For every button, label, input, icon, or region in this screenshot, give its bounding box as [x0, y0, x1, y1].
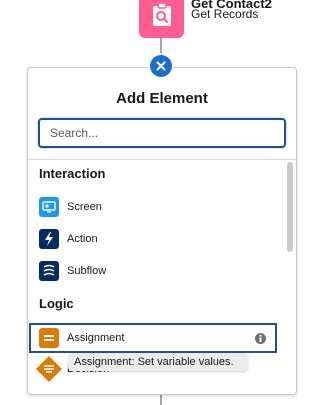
list-item-subflow[interactable]: Subflow [28, 256, 286, 286]
get-records-node[interactable] [139, 0, 184, 38]
list-item-assignment[interactable]: Assignment [29, 323, 277, 353]
list-item-action[interactable]: Action [28, 224, 286, 254]
assignment-icon [39, 328, 59, 348]
section-heading-logic: Logic [39, 296, 74, 311]
lightning-bolt-icon [39, 229, 59, 249]
close-add-element-button[interactable] [150, 55, 172, 77]
tooltip: Assignment: Set variable values. [68, 353, 248, 371]
subflow-icon [39, 261, 59, 281]
scrollbar-thumb[interactable] [287, 162, 293, 252]
add-element-panel: Add Element Interaction Screen [27, 67, 297, 395]
item-label: Assignment [67, 332, 125, 344]
scrollbar[interactable] [287, 161, 295, 394]
flow-canvas: Get Contact2 Get Records Add Element Int… [0, 0, 325, 405]
clipboard-search-icon [152, 2, 171, 26]
screen-icon [39, 197, 59, 217]
node-subtitle: Get Records [191, 7, 259, 21]
item-label: Action [67, 233, 98, 245]
decision-icon [36, 356, 62, 382]
info-icon[interactable] [255, 333, 266, 344]
list-item-screen[interactable]: Screen [28, 192, 286, 222]
search-input[interactable] [38, 118, 286, 148]
panel-title: Add Element [116, 90, 208, 107]
item-label: Subflow [67, 265, 107, 277]
close-icon [156, 61, 166, 71]
item-label: Screen [67, 201, 102, 213]
section-heading-interaction: Interaction [39, 166, 106, 181]
